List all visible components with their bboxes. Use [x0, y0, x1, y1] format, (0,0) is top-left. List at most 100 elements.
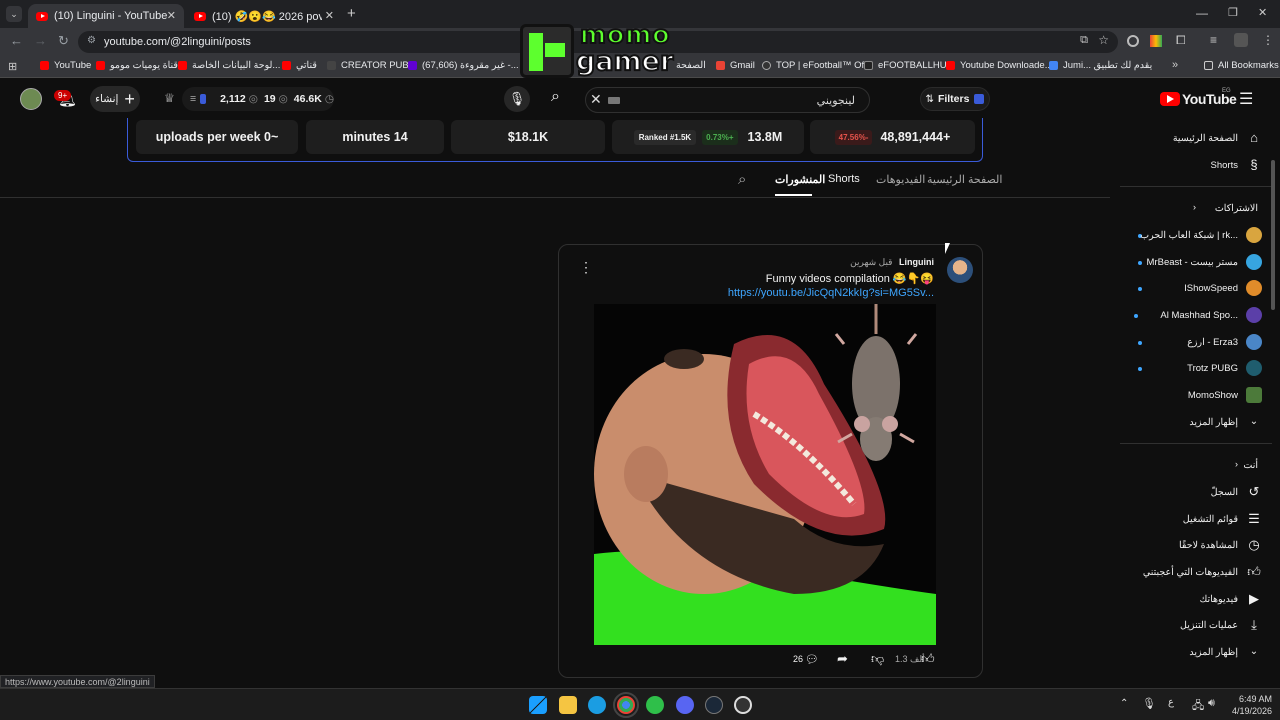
sidebar-item-your-videos[interactable]: فيديوهاتك ▶	[1116, 589, 1266, 609]
back-icon[interactable]: ←	[10, 33, 23, 48]
start-icon[interactable]	[529, 696, 547, 714]
bookmark-item[interactable]: eFOOTBALLHUB	[864, 60, 953, 71]
new-content-dot	[1138, 287, 1142, 291]
subscription-item[interactable]: Trotz PUBG	[1116, 358, 1266, 378]
share-icon[interactable]: ➦	[837, 651, 848, 667]
subscription-item[interactable]: شبكة العاب الحرب | rk...	[1116, 225, 1266, 245]
browser-tab-active[interactable]: (10) Linguini - YouTube ✕	[28, 4, 184, 28]
post-link[interactable]: https://youtu.be/JicQqN2kkIg?si=MG5Sv...	[728, 287, 934, 299]
search-button-icon[interactable]: ⌕	[551, 88, 560, 106]
bookmark-item[interactable]: Gmail	[716, 60, 755, 71]
sidebar-item-history[interactable]: السجلّ ↺	[1116, 482, 1266, 502]
bookmark-item[interactable]: لوحة البيانات الخاصة...	[178, 60, 280, 71]
tray-overflow-icon[interactable]: ⌃	[1120, 698, 1128, 709]
install-app-icon[interactable]: ⧉	[1080, 34, 1088, 47]
comment-icon[interactable]: 💬︎	[805, 653, 819, 666]
create-button[interactable]: إنشاء +	[90, 86, 140, 112]
reload-icon[interactable]: ↻	[58, 33, 69, 49]
app-icon[interactable]	[734, 696, 752, 714]
browser-tab[interactable]: (10) 🤣😮😂 2026 pov Must-W ✕	[186, 4, 342, 28]
subscription-item[interactable]: Al Mashhad Spo...	[1116, 305, 1266, 325]
plus-icon: +	[124, 88, 135, 109]
discord-icon[interactable]	[676, 696, 694, 714]
views-rank-stat: Ranked #1.5K 0.73%+ 13.8M	[612, 120, 804, 154]
all-bookmarks-button[interactable]: All Bookmarks	[1204, 60, 1279, 71]
keyboard-icon[interactable]	[608, 97, 620, 104]
you-header[interactable]: أنت ›	[1116, 455, 1266, 475]
gmail-favicon-icon	[716, 61, 725, 70]
browser-menu-icon[interactable]: ⋮	[1262, 33, 1274, 47]
bookmark-item[interactable]: (67,606) غير مقروءة -...	[408, 60, 519, 71]
sidebar-item-downloads[interactable]: عمليات التنزيل ⤓	[1116, 615, 1266, 635]
sidebar-item-home[interactable]: الصفحة الرئيسية ⌂	[1116, 128, 1266, 148]
channel-stats-pill[interactable]: ≡ 2,112 ◎ 19 ◎ 46.6K ◷	[182, 87, 334, 111]
show-more-subscriptions[interactable]: إظهار المزيد ⌄	[1116, 412, 1266, 432]
bookmark-star-icon[interactable]: ☆	[1098, 33, 1109, 47]
extensions-puzzle-icon[interactable]: ⧠	[1176, 33, 1186, 48]
apps-grid-icon[interactable]: ⊞	[8, 60, 17, 73]
sidebar-item-shorts[interactable]: Shorts §	[1116, 155, 1266, 175]
subscriptions-header[interactable]: الاشتراكات ›	[1116, 198, 1266, 218]
tab-posts[interactable]: المنشورات	[775, 173, 825, 186]
sidebar-item-liked[interactable]: الفيديوهات التي أعجبتني 👍︎	[1116, 562, 1266, 582]
author-avatar[interactable]	[947, 257, 973, 283]
sidebar-scrollbar[interactable]	[1271, 160, 1275, 310]
bookmark-item[interactable]: قناتي	[282, 60, 317, 71]
post-author[interactable]: Linguini	[899, 257, 934, 267]
account-avatar[interactable]	[20, 88, 42, 110]
hamburger-menu-icon[interactable]: ☰	[1239, 89, 1253, 109]
voice-search-icon[interactable]: 🎙︎	[504, 86, 530, 112]
language-indicator[interactable]: ع	[1168, 697, 1174, 708]
restore-icon[interactable]: ❐	[1228, 6, 1238, 19]
sidebar-item-playlists[interactable]: قوائم التشغيل ☰	[1116, 509, 1266, 529]
bookmark-item[interactable]: قناة يوميات مومو	[96, 60, 178, 71]
tab-shorts[interactable]: Shorts	[828, 173, 860, 185]
sidebar-item-watch-later[interactable]: المشاهدة لاحقًا ◷	[1116, 535, 1266, 555]
bookmark-item[interactable]: Jumi... يقدم لك تطبيق	[1049, 60, 1152, 71]
channel-avatar	[1246, 360, 1262, 376]
media-controls-icon[interactable]: ≡	[1210, 33, 1217, 47]
clock[interactable]: 6:49 AM 4/19/2026	[1232, 693, 1272, 717]
steam-icon[interactable]	[705, 696, 723, 714]
chevron-down-icon: ⌄	[1249, 416, 1259, 427]
bookmark-item[interactable]: YouTube	[40, 60, 91, 71]
site-info-icon[interactable]: ⚙	[87, 35, 96, 46]
youtube-logo-icon[interactable]	[1160, 92, 1180, 106]
filters-button[interactable]: ⇅ Filters	[920, 87, 990, 111]
mic-icon[interactable]: 🎙︎	[1142, 697, 1156, 710]
file-explorer-icon[interactable]	[559, 696, 577, 714]
new-tab-button[interactable]: +	[347, 5, 356, 22]
dislike-icon[interactable]: 👎︎	[871, 651, 884, 667]
tab-search-icon[interactable]: ⌄	[6, 6, 22, 22]
tab-home[interactable]: الصفحة الرئيسية	[927, 173, 1002, 186]
close-window-icon[interactable]: ✕	[1258, 6, 1267, 19]
network-icon[interactable]: 🖧︎	[1192, 697, 1204, 716]
subscription-item[interactable]: MrBeast - مستر بيست	[1116, 252, 1266, 272]
search-input[interactable]: ✕ لينجويني	[585, 87, 870, 113]
post-image[interactable]	[594, 304, 936, 645]
chrome-icon[interactable]	[613, 692, 639, 718]
show-more-you[interactable]: إظهار المزيد ⌄	[1116, 642, 1266, 662]
extension-color-icon[interactable]	[1150, 35, 1162, 47]
app-green-icon[interactable]	[646, 696, 664, 714]
volume-icon[interactable]: 🔊︎	[1208, 697, 1215, 710]
clear-search-icon[interactable]: ✕	[590, 91, 602, 108]
subscription-item[interactable]: ارزع - Erza3	[1116, 332, 1266, 352]
trophy-icon[interactable]: ♕	[164, 91, 175, 105]
more-bookmarks-icon[interactable]: »	[1172, 59, 1178, 71]
extension-camera-icon[interactable]	[1127, 35, 1139, 47]
bookmark-item[interactable]: TOP | eFootball™ Of...	[762, 60, 872, 71]
subscription-item[interactable]: IShowSpeed	[1116, 278, 1266, 298]
post-menu-icon[interactable]: ⋮	[579, 259, 593, 276]
bookmark-item[interactable]: CREATOR PUBG	[327, 60, 416, 71]
profile-icon[interactable]	[1234, 33, 1248, 47]
subscription-item[interactable]: MomoShow	[1116, 385, 1266, 405]
edge-icon[interactable]	[588, 696, 606, 714]
bookmark-item[interactable]: Youtube Downloade...	[946, 60, 1053, 71]
tab-close-icon[interactable]: ✕	[325, 9, 334, 22]
channel-search-icon[interactable]: ⌕	[738, 171, 746, 188]
tab-close-icon[interactable]: ✕	[167, 9, 176, 22]
forward-icon[interactable]: →	[34, 33, 47, 48]
minimize-icon[interactable]: —	[1196, 6, 1208, 20]
tab-videos[interactable]: الفيديوهات	[876, 173, 925, 186]
